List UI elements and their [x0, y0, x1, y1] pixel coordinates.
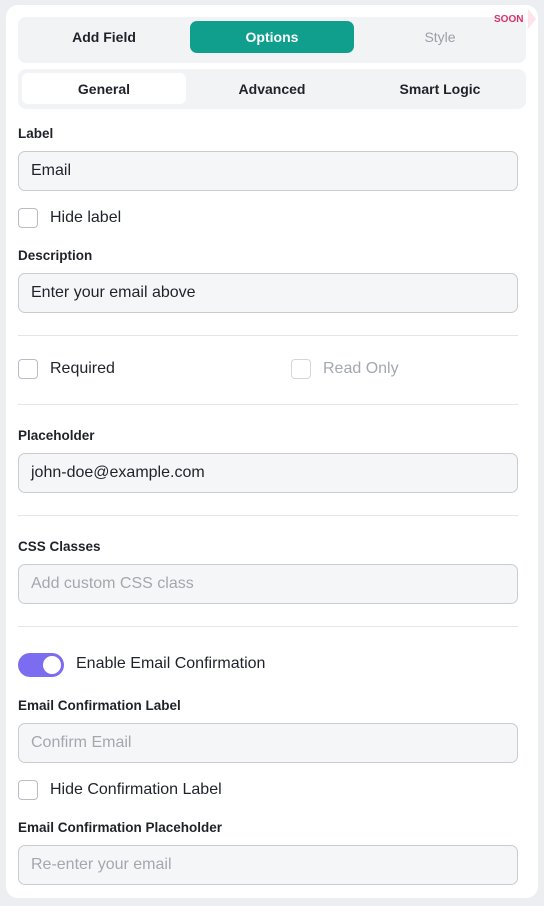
tab-advanced[interactable]: Advanced [190, 73, 354, 104]
hide-confirmation-label-row[interactable]: Hide Confirmation Label [18, 780, 222, 800]
email-confirmation-toggle[interactable] [18, 653, 64, 677]
tab-general[interactable]: General [22, 73, 186, 104]
placeholder-heading: Placeholder [18, 428, 95, 443]
field-options-panel: Add Field Options Style SOON General Adv… [6, 5, 538, 898]
divider [18, 515, 518, 516]
divider [18, 626, 518, 627]
tab-options[interactable]: Options [190, 21, 354, 53]
label-heading: Label [18, 126, 54, 141]
read-only-text: Read Only [323, 360, 399, 377]
divider [18, 404, 518, 405]
required-text: Required [50, 360, 115, 377]
required-checkbox[interactable] [18, 359, 38, 379]
hide-confirmation-label-checkbox[interactable] [18, 780, 38, 800]
description-input[interactable]: Enter your email above [18, 273, 518, 313]
hide-label-text: Hide label [50, 209, 122, 226]
tab-smart-logic[interactable]: Smart Logic [358, 73, 522, 104]
tab-add-field[interactable]: Add Field [22, 21, 186, 53]
css-classes-heading: CSS Classes [18, 539, 101, 554]
divider [18, 335, 518, 336]
read-only-checkbox-row[interactable]: Read Only [291, 359, 399, 379]
top-tab-bar: Add Field Options Style [18, 17, 526, 63]
confirmation-placeholder-input[interactable]: Re-enter your email [18, 845, 518, 885]
sub-tab-bar: General Advanced Smart Logic [18, 69, 526, 109]
placeholder-input[interactable]: john-doe@example.com [18, 453, 518, 493]
confirmation-label-input[interactable]: Confirm Email [18, 723, 518, 763]
description-heading: Description [18, 248, 93, 263]
label-input[interactable]: Email [18, 151, 518, 191]
read-only-checkbox[interactable] [291, 359, 311, 379]
hide-label-checkbox[interactable] [18, 208, 38, 228]
required-checkbox-row[interactable]: Required [18, 359, 115, 379]
toggle-knob [43, 656, 61, 674]
soon-badge: SOON [488, 8, 536, 30]
hide-label-checkbox-row[interactable]: Hide label [18, 208, 121, 228]
css-classes-input[interactable]: Add custom CSS class [18, 564, 518, 604]
email-confirmation-text: Enable Email Confirmation [76, 655, 266, 672]
confirmation-label-heading: Email Confirmation Label [18, 698, 181, 713]
confirmation-placeholder-heading: Email Confirmation Placeholder [18, 820, 223, 835]
hide-confirmation-label-text: Hide Confirmation Label [50, 781, 222, 798]
